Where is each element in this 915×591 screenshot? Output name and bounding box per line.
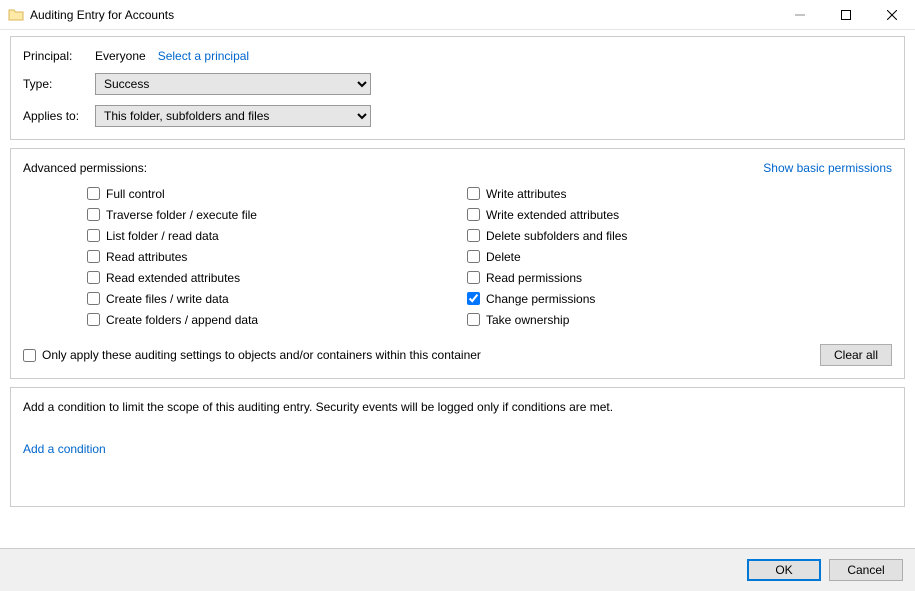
perm-label: Delete (486, 250, 521, 264)
perm-checkbox-list-folder-read-data[interactable] (87, 229, 100, 242)
perm-label: Create folders / append data (106, 313, 258, 327)
principal-label: Principal: (23, 49, 95, 63)
perm-label: Read extended attributes (106, 271, 240, 285)
add-condition-link[interactable]: Add a condition (23, 442, 106, 456)
maximize-button[interactable] (823, 0, 869, 30)
window-title: Auditing Entry for Accounts (30, 8, 174, 22)
perm-checkbox-take-ownership[interactable] (467, 313, 480, 326)
titlebar: Auditing Entry for Accounts (0, 0, 915, 30)
perm-delete-subfolders-and-files[interactable]: Delete subfolders and files (467, 225, 627, 246)
minimize-button[interactable] (777, 0, 823, 30)
dialog-buttonbar: OK Cancel (0, 548, 915, 591)
perm-checkbox-delete[interactable] (467, 250, 480, 263)
perm-checkbox-write-attributes[interactable] (467, 187, 480, 200)
perm-label: Write attributes (486, 187, 566, 201)
perm-create-files-write-data[interactable]: Create files / write data (87, 288, 467, 309)
perm-checkbox-read-attributes[interactable] (87, 250, 100, 263)
close-button[interactable] (869, 0, 915, 30)
clear-all-button[interactable]: Clear all (820, 344, 892, 366)
perm-checkbox-traverse-folder-execute-file[interactable] (87, 208, 100, 221)
perm-label: Write extended attributes (486, 208, 619, 222)
applies-to-select[interactable]: This folder, subfolders and files (95, 105, 371, 127)
perm-change-permissions[interactable]: Change permissions (467, 288, 627, 309)
principal-panel: Principal: Everyone Select a principal T… (10, 36, 905, 140)
perm-read-permissions[interactable]: Read permissions (467, 267, 627, 288)
perm-write-extended-attributes[interactable]: Write extended attributes (467, 204, 627, 225)
perm-checkbox-write-extended-attributes[interactable] (467, 208, 480, 221)
perm-label: List folder / read data (106, 229, 219, 243)
type-select[interactable]: Success (95, 73, 371, 95)
show-basic-permissions-link[interactable]: Show basic permissions (763, 161, 892, 175)
advanced-permissions-heading: Advanced permissions: (23, 161, 147, 175)
perm-label: Read permissions (486, 271, 582, 285)
perm-label: Create files / write data (106, 292, 229, 306)
perm-checkbox-read-extended-attributes[interactable] (87, 271, 100, 284)
perm-label: Take ownership (486, 313, 569, 327)
perm-label: Traverse folder / execute file (106, 208, 257, 222)
perm-checkbox-delete-subfolders-and-files[interactable] (467, 229, 480, 242)
perm-label: Read attributes (106, 250, 187, 264)
perm-traverse-folder-execute-file[interactable]: Traverse folder / execute file (87, 204, 467, 225)
perm-take-ownership[interactable]: Take ownership (467, 309, 627, 330)
type-label: Type: (23, 77, 95, 91)
perm-label: Change permissions (486, 292, 595, 306)
perm-read-attributes[interactable]: Read attributes (87, 246, 467, 267)
perm-read-extended-attributes[interactable]: Read extended attributes (87, 267, 467, 288)
perm-list-folder-read-data[interactable]: List folder / read data (87, 225, 467, 246)
conditions-panel: Add a condition to limit the scope of th… (10, 387, 905, 507)
conditions-description: Add a condition to limit the scope of th… (23, 400, 892, 414)
only-apply-checkbox[interactable] (23, 349, 36, 362)
perm-checkbox-create-folders-append-data[interactable] (87, 313, 100, 326)
perm-write-attributes[interactable]: Write attributes (467, 183, 627, 204)
perm-checkbox-create-files-write-data[interactable] (87, 292, 100, 305)
perm-label: Full control (106, 187, 165, 201)
applies-to-label: Applies to: (23, 109, 95, 123)
permissions-panel: Advanced permissions: Show basic permiss… (10, 148, 905, 379)
perm-checkbox-change-permissions[interactable] (467, 292, 480, 305)
perm-full-control[interactable]: Full control (87, 183, 467, 204)
cancel-button[interactable]: Cancel (829, 559, 903, 581)
folder-icon (8, 7, 24, 23)
ok-button[interactable]: OK (747, 559, 821, 581)
perm-label: Delete subfolders and files (486, 229, 627, 243)
select-principal-link[interactable]: Select a principal (158, 49, 249, 63)
perm-delete[interactable]: Delete (467, 246, 627, 267)
perm-checkbox-full-control[interactable] (87, 187, 100, 200)
only-apply-checkbox-row[interactable]: Only apply these auditing settings to ob… (23, 345, 481, 366)
only-apply-label: Only apply these auditing settings to ob… (42, 348, 481, 362)
perm-create-folders-append-data[interactable]: Create folders / append data (87, 309, 467, 330)
perm-checkbox-read-permissions[interactable] (467, 271, 480, 284)
principal-value: Everyone (95, 49, 146, 63)
